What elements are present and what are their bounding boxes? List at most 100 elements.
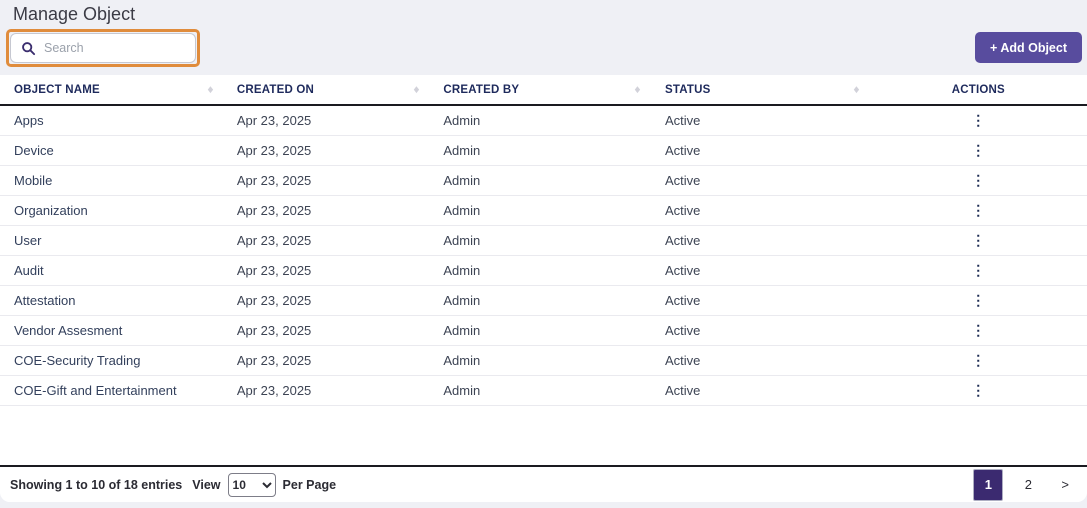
cell-status: Active: [650, 105, 870, 135]
page-button-1[interactable]: 1: [973, 469, 1003, 501]
cell-object-name: Vendor Assesment: [0, 315, 223, 345]
manage-object-table-card: OBJECT NAME ◆ CREATED ON ◆ CREATED BY ◆ …: [0, 75, 1087, 502]
cell-object-name: Attestation: [0, 285, 223, 315]
cell-created-on: Apr 23, 2025: [223, 345, 430, 375]
objects-table: OBJECT NAME ◆ CREATED ON ◆ CREATED BY ◆ …: [0, 75, 1087, 406]
cell-status: Active: [650, 315, 870, 345]
cell-created-on: Apr 23, 2025: [223, 135, 430, 165]
top-bar: Manage Object + Add Object: [0, 0, 1087, 75]
page-button-2[interactable]: 2: [1013, 469, 1043, 501]
pagination: 1 2 >: [973, 469, 1075, 501]
cell-status: Active: [650, 285, 870, 315]
cell-created-on: Apr 23, 2025: [223, 375, 430, 405]
column-header-label: CREATED BY: [443, 84, 519, 96]
row-actions-kebab-icon[interactable]: ⋮: [971, 383, 985, 397]
row-actions-kebab-icon[interactable]: ⋮: [971, 263, 985, 277]
cell-actions: ⋮: [870, 315, 1087, 345]
cell-object-name: Mobile: [0, 165, 223, 195]
cell-created-on: Apr 23, 2025: [223, 285, 430, 315]
cell-created-on: Apr 23, 2025: [223, 225, 430, 255]
next-page-button[interactable]: >: [1055, 477, 1075, 492]
cell-object-name: Audit: [0, 255, 223, 285]
cell-created-on: Apr 23, 2025: [223, 315, 430, 345]
table-row: COE-Gift and EntertainmentApr 23, 2025Ad…: [0, 375, 1087, 405]
cell-status: Active: [650, 345, 870, 375]
search-box: [10, 33, 196, 63]
cell-actions: ⋮: [870, 195, 1087, 225]
cell-created-on: Apr 23, 2025: [223, 105, 430, 135]
cell-created-by: Admin: [429, 195, 650, 225]
table-row: MobileApr 23, 2025AdminActive ⋮: [0, 165, 1087, 195]
cell-created-by: Admin: [429, 345, 650, 375]
search-input[interactable]: [44, 41, 187, 55]
column-header-created-by[interactable]: CREATED BY ◆: [429, 75, 650, 105]
cell-actions: ⋮: [870, 345, 1087, 375]
per-page-select[interactable]: 10: [228, 473, 276, 497]
cell-status: Active: [650, 135, 870, 165]
table-row: DeviceApr 23, 2025AdminActive ⋮: [0, 135, 1087, 165]
cell-status: Active: [650, 225, 870, 255]
row-actions-kebab-icon[interactable]: ⋮: [971, 203, 985, 217]
cell-actions: ⋮: [870, 105, 1087, 135]
cell-created-by: Admin: [429, 165, 650, 195]
cell-created-by: Admin: [429, 135, 650, 165]
cell-created-on: Apr 23, 2025: [223, 195, 430, 225]
table-row: COE-Security TradingApr 23, 2025AdminAct…: [0, 345, 1087, 375]
cell-created-on: Apr 23, 2025: [223, 165, 430, 195]
cell-object-name: Organization: [0, 195, 223, 225]
table-row: AttestationApr 23, 2025AdminActive ⋮: [0, 285, 1087, 315]
cell-actions: ⋮: [870, 135, 1087, 165]
sort-icon: ◆: [207, 84, 213, 95]
cell-object-name: COE-Security Trading: [0, 345, 223, 375]
table-row: OrganizationApr 23, 2025AdminActive ⋮: [0, 195, 1087, 225]
column-header-label: OBJECT NAME: [14, 84, 100, 96]
row-actions-kebab-icon[interactable]: ⋮: [971, 113, 985, 127]
row-actions-kebab-icon[interactable]: ⋮: [971, 143, 985, 157]
cell-status: Active: [650, 195, 870, 225]
column-header-label: CREATED ON: [237, 84, 314, 96]
column-header-label: STATUS: [665, 84, 711, 96]
cell-actions: ⋮: [870, 285, 1087, 315]
table-footer: Showing 1 to 10 of 18 entries View 10 Pe…: [0, 465, 1087, 502]
add-object-button[interactable]: + Add Object: [975, 32, 1082, 63]
cell-object-name: Apps: [0, 105, 223, 135]
cell-status: Active: [650, 165, 870, 195]
cell-status: Active: [650, 255, 870, 285]
table-row: Vendor AssesmentApr 23, 2025AdminActive ⋮: [0, 315, 1087, 345]
cell-created-by: Admin: [429, 315, 650, 345]
cell-actions: ⋮: [870, 375, 1087, 405]
cell-object-name: Device: [0, 135, 223, 165]
row-actions-kebab-icon[interactable]: ⋮: [971, 353, 985, 367]
search-icon: [21, 41, 36, 56]
column-header-label: ACTIONS: [952, 84, 1005, 96]
cell-actions: ⋮: [870, 255, 1087, 285]
sort-icon: ◆: [854, 84, 860, 95]
cell-created-by: Admin: [429, 285, 650, 315]
page-title: Manage Object: [13, 4, 135, 25]
cell-created-on: Apr 23, 2025: [223, 255, 430, 285]
cell-created-by: Admin: [429, 375, 650, 405]
column-header-object-name[interactable]: OBJECT NAME ◆: [0, 75, 223, 105]
table-body: AppsApr 23, 2025AdminActive⋮DeviceApr 23…: [0, 105, 1087, 405]
column-header-actions: ACTIONS: [870, 75, 1087, 105]
sort-icon: ◆: [635, 84, 641, 95]
cell-created-by: Admin: [429, 225, 650, 255]
table-header-row: OBJECT NAME ◆ CREATED ON ◆ CREATED BY ◆ …: [0, 75, 1087, 105]
showing-entries-text: Showing 1 to 10 of 18 entries: [10, 478, 182, 492]
table-empty-space: [0, 406, 1087, 466]
column-header-status[interactable]: STATUS ◆: [650, 75, 870, 105]
search-highlight-box: [6, 29, 200, 67]
view-label: View: [192, 478, 220, 492]
table-row: UserApr 23, 2025AdminActive⋮: [0, 225, 1087, 255]
row-actions-kebab-icon[interactable]: ⋮: [971, 233, 985, 247]
cell-created-by: Admin: [429, 105, 650, 135]
cell-actions: ⋮: [870, 225, 1087, 255]
row-actions-kebab-icon[interactable]: ⋮: [971, 323, 985, 337]
cell-object-name: COE-Gift and Entertainment: [0, 375, 223, 405]
table-row: AuditApr 23, 2025AdminActive ⋮: [0, 255, 1087, 285]
row-actions-kebab-icon[interactable]: ⋮: [971, 293, 985, 307]
row-actions-kebab-icon[interactable]: ⋮: [971, 173, 985, 187]
table-row: AppsApr 23, 2025AdminActive ⋮: [0, 105, 1087, 135]
cell-created-by: Admin: [429, 255, 650, 285]
column-header-created-on[interactable]: CREATED ON ◆: [223, 75, 430, 105]
